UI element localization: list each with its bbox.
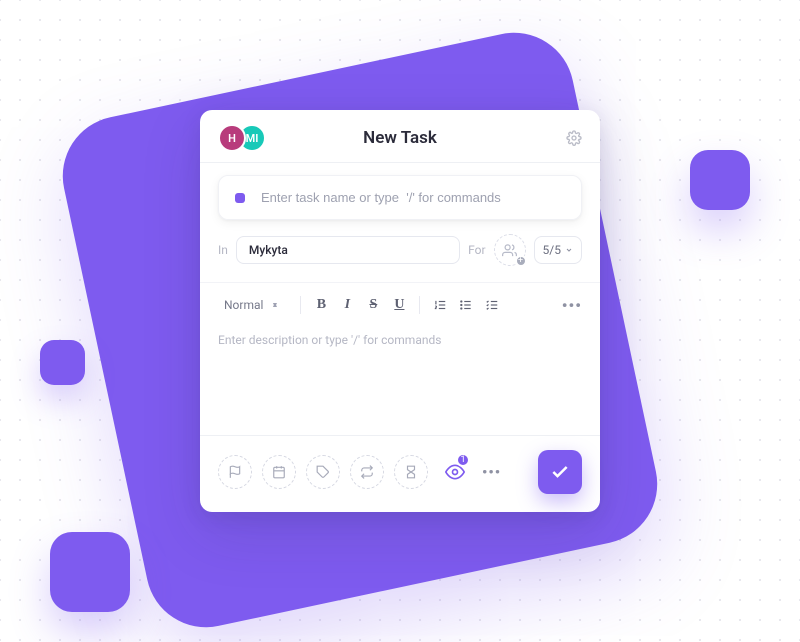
watchers-count-badge: 1 — [456, 453, 470, 467]
divider — [300, 296, 301, 314]
create-task-button[interactable] — [538, 450, 582, 494]
modal-header: H MI New Task — [200, 110, 600, 163]
chevron-down-icon — [565, 246, 573, 254]
task-name-input[interactable] — [261, 190, 565, 205]
task-name-field[interactable] — [218, 175, 582, 220]
priority-button[interactable] — [218, 455, 252, 489]
watchers-button[interactable]: 1 — [438, 455, 472, 489]
plus-badge-icon: + — [515, 255, 527, 267]
new-task-modal: H MI New Task In Mykyta For — [200, 110, 600, 512]
flag-icon — [228, 465, 242, 479]
divider — [419, 296, 420, 314]
checklist-icon — [485, 298, 499, 312]
bg-decoration-right — [690, 150, 750, 210]
people-icon — [502, 243, 517, 258]
for-label: For — [468, 243, 485, 257]
in-label: In — [218, 243, 228, 257]
avatar-group[interactable]: H MI — [218, 124, 266, 152]
modal-title: New Task — [363, 128, 437, 148]
format-label: Normal — [224, 298, 263, 312]
block-format-selector[interactable]: Normal ▲▼ — [218, 294, 284, 316]
description-input[interactable] — [218, 327, 582, 417]
settings-button[interactable] — [566, 130, 582, 146]
description-area — [218, 327, 582, 427]
modal-footer: 1 ••• — [200, 435, 600, 494]
calendar-icon — [272, 465, 286, 479]
status-indicator-icon[interactable] — [235, 193, 245, 203]
editor-toolbar: Normal ▲▼ B I S U ••• — [200, 282, 600, 323]
bg-decoration-bottom-left — [50, 532, 130, 612]
location-value: Mykyta — [249, 243, 288, 257]
time-estimate-button[interactable] — [394, 455, 428, 489]
task-name-section — [200, 163, 600, 232]
gear-icon — [566, 130, 582, 146]
progress-value: 5/5 — [543, 243, 561, 257]
tags-button[interactable] — [306, 455, 340, 489]
strikethrough-button[interactable]: S — [361, 293, 385, 317]
checklist-button[interactable] — [480, 293, 504, 317]
check-icon — [550, 462, 570, 482]
avatar: H — [218, 124, 246, 152]
meta-row: In Mykyta For + 5/5 — [200, 232, 600, 278]
italic-button[interactable]: I — [335, 293, 359, 317]
hourglass-icon — [404, 465, 418, 479]
location-selector[interactable]: Mykyta — [236, 236, 460, 264]
bold-button[interactable]: B — [309, 293, 333, 317]
tag-icon — [316, 465, 330, 479]
dependencies-button[interactable] — [350, 455, 384, 489]
recurring-icon — [360, 465, 374, 479]
toolbar-more-button[interactable]: ••• — [562, 296, 582, 315]
ordered-list-icon — [433, 298, 447, 312]
assignee-add-button[interactable]: + — [494, 234, 526, 266]
bullet-list-icon — [459, 298, 473, 312]
progress-selector[interactable]: 5/5 — [534, 236, 582, 264]
footer-more-button[interactable]: ••• — [482, 463, 501, 481]
bg-decoration-tiny — [40, 340, 85, 385]
underline-button[interactable]: U — [387, 293, 411, 317]
bullet-list-button[interactable] — [454, 293, 478, 317]
due-date-button[interactable] — [262, 455, 296, 489]
ordered-list-button[interactable] — [428, 293, 452, 317]
